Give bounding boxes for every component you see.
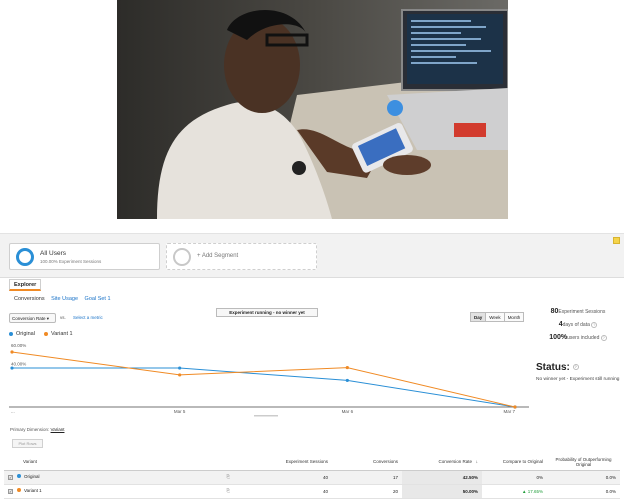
data-point	[10, 350, 14, 354]
notification-icon[interactable]	[613, 237, 620, 244]
primary-dimension-value[interactable]: Variant	[51, 427, 65, 432]
date-range-toggle: Day Week Month	[470, 312, 525, 322]
col-conversions[interactable]: Conversions	[332, 454, 402, 471]
x-tick-label: Mar 5	[174, 409, 186, 414]
table-row[interactable]: ✓ Original ⎘ 40 17 42.50% 0% 0.0%	[4, 470, 620, 485]
status-text: No winner yet - Experiment still running	[536, 377, 620, 382]
cell-rate: 42.50%	[402, 470, 482, 485]
chart-resize-handle	[254, 415, 278, 417]
cell-variant: ✓ Variant 1 ⎘	[4, 484, 234, 499]
col-conversion-rate-label: Conversion Rate	[438, 459, 472, 465]
range-month-button[interactable]: Month	[503, 312, 525, 322]
sublink-goal-set-1[interactable]: Goal Set 1	[85, 296, 111, 302]
cell-compare: 0%	[482, 470, 547, 485]
stat-sessions-label: Experiment Sessions	[558, 309, 606, 315]
explorer-sublinks: Conversions Site Usage Goal Set 1	[14, 296, 116, 302]
variant-name: Original	[24, 474, 40, 480]
primary-dimension-label: Primary Dimension:	[10, 427, 50, 432]
tab-explorer[interactable]: Explorer	[9, 279, 42, 291]
series-line-variant-1	[11, 351, 516, 408]
status-title: Status: ?	[536, 362, 579, 373]
x-tick-label: Mar 6	[342, 409, 354, 414]
segment-ring-icon	[16, 248, 34, 266]
range-week-button[interactable]: Week	[485, 312, 505, 322]
plot-rows-button[interactable]: Plot Rows	[12, 439, 43, 448]
segment-all-users[interactable]: All Users 100.00% Experiment Sessions	[9, 243, 160, 270]
stat-users: 100%users included ?	[532, 334, 624, 341]
data-point	[178, 373, 182, 377]
series-dot-original	[17, 474, 21, 479]
x-tick-label: ...	[11, 409, 15, 414]
sublink-site-usage[interactable]: Site Usage	[51, 296, 78, 302]
link-icon[interactable]: ⎘	[226, 488, 230, 493]
col-compare[interactable]: Compare to Original	[482, 454, 547, 471]
cell-probability: 0.0%	[547, 470, 620, 485]
col-variant[interactable]: Variant	[4, 454, 234, 471]
add-segment-button[interactable]: + Add Segment	[166, 243, 317, 270]
metric-select[interactable]: Conversion Rate ▾	[9, 313, 56, 323]
y-tick-label: 60.00%	[11, 343, 26, 348]
col-variant-label: Variant	[23, 459, 37, 465]
stat-users-value: 100%	[549, 334, 568, 341]
data-point	[10, 366, 14, 370]
variant-table: Variant Experiment Sessions Conversions …	[4, 454, 620, 499]
cell-conversions: 20	[332, 484, 402, 499]
status-title-text: Status:	[536, 362, 570, 373]
segment-bar: All Users 100.00% Experiment Sessions + …	[0, 234, 624, 278]
cell-conversions: 17	[332, 470, 402, 485]
help-icon[interactable]: ?	[591, 321, 598, 328]
table-row[interactable]: ✓ Variant 1 ⎘ 40 20 50.00% ▲ 17.65% 0.0%	[4, 484, 620, 499]
x-tick-label: Mar 7	[503, 409, 515, 414]
row-checkbox[interactable]: ✓	[8, 474, 13, 480]
col-conversion-rate[interactable]: Conversion Rate ↓	[402, 454, 482, 471]
table-header-row: Variant Experiment Sessions Conversions …	[4, 454, 620, 471]
sort-down-icon: ↓	[475, 459, 478, 465]
hero-photo	[117, 0, 508, 219]
segment-subtitle: 100.00% Experiment Sessions	[40, 259, 102, 264]
col-probability[interactable]: Probability of Outperforming Original	[547, 454, 620, 471]
chart-area: Conversion Rate ▾ vs. Select a metric Ex…	[9, 307, 529, 419]
row-checkbox[interactable]: ✓	[8, 488, 13, 494]
sublink-conversions[interactable]: Conversions	[14, 296, 45, 302]
vs-label: vs.	[60, 315, 66, 320]
experiment-status-banner: Experiment running - no winner yet	[216, 308, 318, 317]
help-icon[interactable]: ?	[572, 364, 579, 371]
experiment-stats: 80Experiment Sessions 4days of data ? 10…	[532, 308, 624, 347]
y-tick-label: 40.00%	[11, 361, 26, 366]
range-day-button[interactable]: Day	[470, 312, 487, 322]
primary-dimension: Primary Dimension: Variant	[10, 427, 64, 432]
data-point	[345, 365, 349, 370]
stat-users-label: users included	[567, 335, 600, 341]
col-experiment-sessions[interactable]: Experiment Sessions	[234, 454, 332, 471]
select-metric-link[interactable]: Select a metric	[73, 315, 103, 320]
help-icon[interactable]: ?	[600, 334, 607, 341]
segment-title: All Users	[40, 250, 67, 257]
legend-dot-original	[9, 332, 13, 336]
cell-variant: ✓ Original ⎘	[4, 470, 234, 485]
variant-name: Variant 1	[24, 488, 42, 494]
conversion-rate-chart: 60.00% 40.00%... Mar 5 Mar 6 Mar 7	[9, 343, 529, 417]
link-icon[interactable]: ⎘	[226, 474, 230, 479]
cell-rate: 50.00%	[402, 484, 482, 499]
data-point	[345, 378, 349, 383]
cell-sessions: 40	[234, 470, 332, 485]
cell-probability: 0.0%	[547, 484, 620, 499]
stat-sessions: 80Experiment Sessions	[532, 308, 624, 315]
series-line-original	[12, 367, 516, 408]
cell-sessions: 40	[234, 484, 332, 499]
series-dot-variant-1	[17, 488, 21, 493]
data-point	[178, 366, 182, 370]
probability-zero: 0%	[536, 474, 543, 480]
stat-days: 4days of data ?	[532, 321, 624, 328]
add-segment-ring-icon	[173, 248, 191, 266]
legend-dot-variant-1	[43, 332, 48, 336]
experiment-report: All Users 100.00% Experiment Sessions + …	[0, 233, 624, 501]
add-segment-label: + Add Segment	[197, 253, 239, 259]
cell-compare: ▲ 17.65%	[482, 484, 547, 499]
stat-days-label: days of data	[562, 322, 590, 328]
